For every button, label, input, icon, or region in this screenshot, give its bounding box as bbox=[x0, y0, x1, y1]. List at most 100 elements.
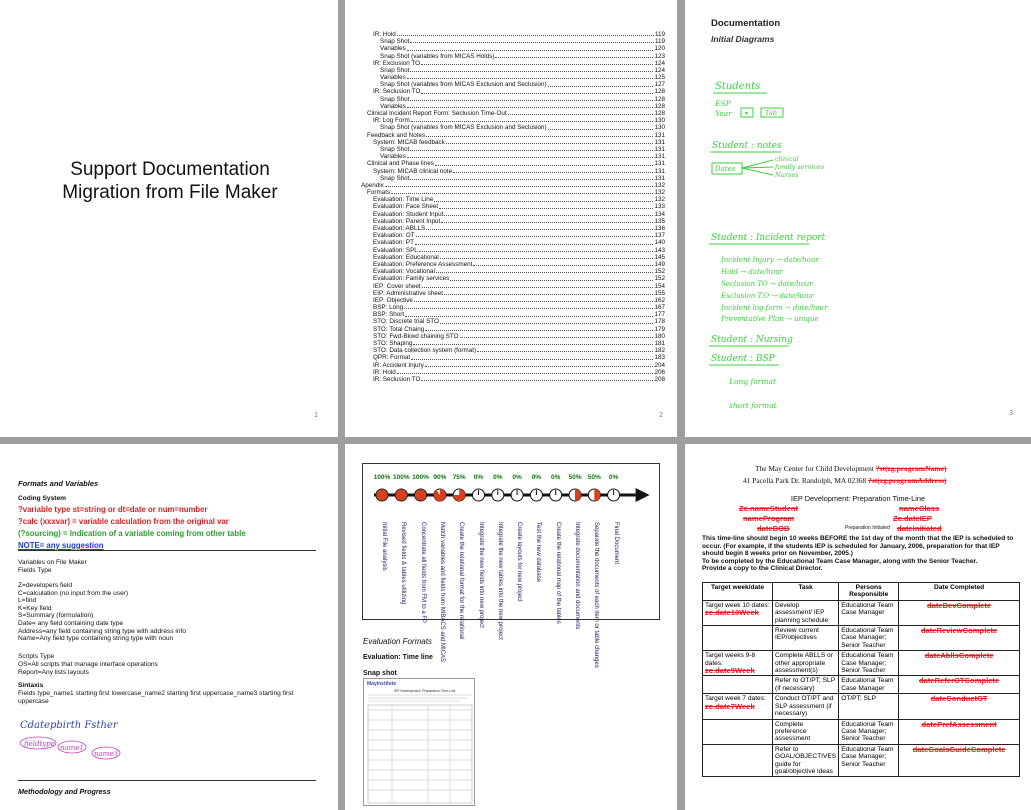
page-3[interactable]: Documentation Initial Diagrams Students … bbox=[685, 0, 1031, 437]
toc-leader bbox=[459, 337, 654, 339]
toc-entry[interactable]: Snap Shot 131 bbox=[361, 175, 665, 182]
toc-entry[interactable]: STO: Discrete trial STO 178 bbox=[361, 318, 665, 326]
toc-entry-label: IR: Hold bbox=[373, 368, 396, 376]
page-4[interactable]: Formats and Variables Coding System ?var… bbox=[0, 444, 338, 810]
progress-fill bbox=[594, 489, 601, 501]
page-1[interactable]: Support Documentation Migration from Fil… bbox=[0, 0, 338, 437]
toc-entry[interactable]: IR: Hold 206 bbox=[361, 369, 665, 376]
toc-entry[interactable]: IEP: Objective 162 bbox=[361, 297, 665, 304]
toc-entry[interactable]: Snap Shot 124 bbox=[361, 67, 665, 74]
toc-entry[interactable]: STO: Fwd-Bkwd chaining STO 180 bbox=[361, 333, 665, 340]
toc-entry[interactable]: Variables 120 bbox=[361, 45, 665, 52]
toc-entry-label: STO: Total Chaing bbox=[373, 325, 425, 333]
list-item: C=calculation (no input from the user) bbox=[18, 589, 129, 597]
variables-heading: Variables on File Maker bbox=[18, 559, 87, 566]
page-2[interactable]: IR: Hold 119 Snap Shot 119 Variables 120 Snap … bbox=[345, 0, 677, 437]
toc-entry-page: 128 bbox=[654, 110, 665, 118]
toc-entry-page: 124 bbox=[654, 66, 665, 74]
task-label: Integrate the new fields into new projec… bbox=[477, 522, 484, 628]
toc-entry[interactable]: Evaluation: Vocational 152 bbox=[361, 268, 665, 275]
toc-entry[interactable]: Evaluation: Face Sheet 133 bbox=[361, 203, 665, 211]
persons-cell: Educational Team Case Manager; Senior Te… bbox=[838, 743, 900, 778]
toc-entry[interactable]: BSP: Long 167 bbox=[361, 304, 665, 311]
toc-entry-label: Evaluation: Vocational bbox=[373, 268, 435, 276]
org-name: The May Center for Child Development bbox=[755, 464, 874, 473]
toc-entry[interactable]: System: MICAB clinical note 131 bbox=[361, 168, 665, 175]
toc-entry[interactable]: Snap Shot (variables from MICAS Exclusio… bbox=[361, 81, 665, 88]
toc-entry[interactable]: IR: Hold 119 bbox=[361, 31, 665, 38]
toc-entry[interactable]: Feedback and Notes 131 bbox=[361, 132, 665, 139]
toc-entry[interactable]: Evaluation: Student Input 134 bbox=[361, 211, 665, 218]
progress-percent: 0% bbox=[474, 474, 484, 481]
address: 41 Pacella Park Dr. Randolph, MA 02368 bbox=[743, 476, 867, 485]
toc-entry[interactable]: IR: Seclusion TO 208 bbox=[361, 376, 665, 383]
toc-entry[interactable]: Evaluation: ABLLS 136 bbox=[361, 225, 665, 232]
toc-entry-page: 162 bbox=[654, 296, 665, 304]
toc-entry[interactable]: Evaluation: PT 140 bbox=[361, 239, 665, 246]
snap-shot-thumbnail[interactable]: MayInstitute IEP Development: Preparatio… bbox=[363, 678, 475, 806]
table-header: Task bbox=[771, 582, 840, 601]
toc-entry[interactable]: Snap Shot 128 bbox=[361, 96, 665, 103]
toc-entry[interactable]: Snap Shot (variables from MICAS Holds) 12… bbox=[361, 53, 665, 60]
toc-entry[interactable]: Evaluation: SPL 143 bbox=[361, 247, 665, 254]
handwritten-diagrams: Students ESP Year ▾ Tab Student : notes … bbox=[709, 81, 828, 410]
toc-entry-page: 131 bbox=[654, 167, 665, 175]
task-label: Revised fields & tables utilizing bbox=[400, 522, 407, 605]
toc-entry[interactable]: BSP: Short 177 bbox=[361, 311, 665, 318]
toc-entry-label: Snap Shot bbox=[380, 95, 410, 103]
toc-entry[interactable]: Variables 128 bbox=[361, 103, 665, 110]
list-item: Z=developers field bbox=[18, 582, 73, 589]
toc-entry[interactable]: IR: Log Form 130 bbox=[361, 117, 665, 124]
toc-entry[interactable]: QPR: Format 183 bbox=[361, 354, 665, 361]
page-5[interactable]: 100% 100% 100% 90% 75% 0% 0% 0% 0% 0% 50% 50% 0% Ini… bbox=[345, 444, 677, 810]
toc-entry-label: STO: Data collection system (format) bbox=[373, 347, 477, 355]
toc-entry[interactable]: Snap Shot 131 bbox=[361, 146, 665, 153]
toc-entry-page: 152 bbox=[654, 275, 665, 283]
hw-inc-2: Hold → date/hour bbox=[720, 268, 784, 276]
toc-entry[interactable]: Evaluation: Parent Input 135 bbox=[361, 218, 665, 225]
address-var: ?st(zg.programAddress) bbox=[868, 476, 947, 485]
table-header: Persons Responsible bbox=[838, 582, 900, 601]
toc-entry[interactable]: Evaluation: Family services 152 bbox=[361, 275, 665, 282]
toc-leader bbox=[450, 279, 654, 281]
toc-leader bbox=[413, 344, 654, 346]
toc-leader bbox=[426, 229, 654, 231]
date-completed-cell: dateConductOT bbox=[898, 693, 1020, 720]
toc-entry[interactable]: Evaluation: Preference Assessment 149 bbox=[361, 261, 665, 268]
document-viewer: Support Documentation Migration from Fil… bbox=[0, 0, 1031, 810]
toc-entry[interactable]: Evaluation: OT 137 bbox=[361, 232, 665, 239]
progress-percent: 90% bbox=[433, 474, 446, 481]
toc-entry[interactable]: Variables 125 bbox=[361, 74, 665, 81]
toc-entry[interactable]: System: MICAB feedback 131 bbox=[361, 139, 665, 146]
toc-entry[interactable]: STO: Shaping 181 bbox=[361, 340, 665, 347]
target-week-cell bbox=[702, 743, 773, 778]
toc-entry[interactable]: Apendix 132 bbox=[361, 182, 665, 189]
fields-type: Fields Type bbox=[18, 567, 52, 574]
toc-entry[interactable]: Snap Shot (variables from MICAS Exclusio… bbox=[361, 124, 665, 131]
toc-entry[interactable]: IR: Seclusion TO 128 bbox=[361, 88, 665, 96]
table-header: Date Completed bbox=[898, 582, 1020, 601]
toc-entry[interactable]: Evaluation: Time Line 132 bbox=[361, 196, 665, 203]
page-6[interactable]: The May Center for Child Development ?st… bbox=[685, 444, 1031, 810]
toc-entry[interactable]: Formats 132 bbox=[361, 189, 665, 196]
toc-entry[interactable]: IR: Exclusion TO 124 bbox=[361, 60, 665, 67]
toc-entry[interactable]: STO: Total Chaing 179 bbox=[361, 326, 665, 333]
toc-entry-page: 119 bbox=[654, 38, 665, 46]
table-row: Target week 7 dates: zc.date7Week Conduct … bbox=[702, 693, 1020, 720]
toc-entry[interactable]: IR: Accident Injury 204 bbox=[361, 362, 665, 369]
toc-entry-page: 155 bbox=[654, 289, 665, 297]
toc-entry-label: Snap Shot bbox=[380, 38, 410, 46]
toc-entry-page: 208 bbox=[654, 375, 665, 383]
toc-entry[interactable]: Clinical and Phase lines 131 bbox=[361, 160, 665, 167]
toc-entry[interactable]: Clinical Incident Report Form: Seclusion… bbox=[361, 110, 665, 117]
toc-entry[interactable]: Evaluation: Educational 145 bbox=[361, 254, 665, 261]
persons-cell: Educational Team Case Manager; Senior Te… bbox=[838, 650, 900, 677]
toc-entry[interactable]: EIP: Administrative sheet 155 bbox=[361, 290, 665, 297]
toc-entry[interactable]: Snap Shot 119 bbox=[361, 38, 665, 45]
hw-nurses: Nurses bbox=[774, 171, 799, 179]
progress-percent: 75% bbox=[453, 474, 466, 481]
toc-entry[interactable]: Variables 131 bbox=[361, 153, 665, 160]
toc-entry[interactable]: STO: Data collection system (format) 182 bbox=[361, 347, 665, 354]
hw-notes-title: Student : notes bbox=[712, 141, 782, 151]
toc-entry[interactable]: IEP: Cover sheet 154 bbox=[361, 283, 665, 290]
